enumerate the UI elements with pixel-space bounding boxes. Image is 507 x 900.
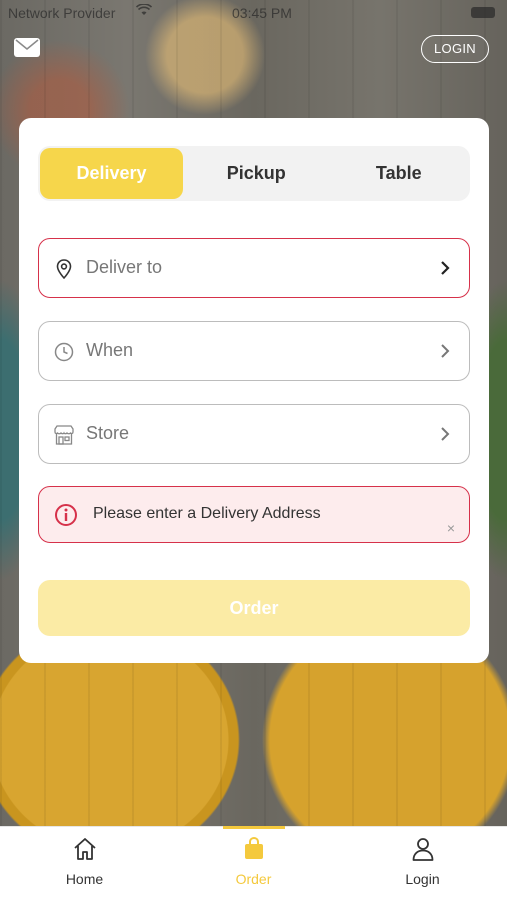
chevron-right-icon bbox=[439, 425, 451, 448]
battery-icon bbox=[471, 7, 495, 18]
error-alert: Please enter a Delivery Address × bbox=[38, 486, 470, 543]
close-icon[interactable]: × bbox=[447, 521, 455, 535]
clock-icon bbox=[53, 341, 75, 363]
chevron-right-icon bbox=[439, 259, 451, 282]
login-button[interactable]: LOGIN bbox=[421, 35, 489, 63]
bag-icon bbox=[241, 836, 267, 865]
carrier-label: Network Provider bbox=[8, 5, 116, 21]
home-icon bbox=[72, 836, 98, 865]
tab-delivery[interactable]: Delivery bbox=[40, 148, 183, 199]
nav-label-login: Login bbox=[405, 871, 440, 887]
wifi-icon bbox=[135, 3, 153, 19]
clock-time: 03:45 PM bbox=[232, 5, 292, 21]
when-field[interactable]: When bbox=[38, 321, 470, 381]
bottom-nav: Home Order Login bbox=[0, 826, 507, 900]
nav-item-login[interactable]: Login bbox=[338, 827, 507, 900]
nav-label-order: Order bbox=[235, 871, 272, 887]
chevron-right-icon bbox=[439, 342, 451, 365]
store-field[interactable]: Store bbox=[38, 404, 470, 464]
order-type-tabs: Delivery Pickup Table bbox=[38, 146, 470, 201]
order-button[interactable]: Order bbox=[38, 580, 470, 636]
nav-item-home[interactable]: Home bbox=[0, 827, 169, 900]
nav-label-home: Home bbox=[65, 871, 104, 887]
status-bar: Network Provider 03:45 PM bbox=[0, 0, 507, 28]
tab-table[interactable]: Table bbox=[330, 148, 469, 199]
info-icon bbox=[54, 503, 78, 532]
order-options-card: Delivery Pickup Table Deliver to When St… bbox=[19, 118, 489, 663]
store-label: Store bbox=[86, 423, 130, 443]
deliver-to-field[interactable]: Deliver to bbox=[38, 238, 470, 298]
mail-icon[interactable] bbox=[14, 38, 40, 57]
location-pin-icon bbox=[53, 258, 75, 280]
deliver-to-label: Deliver to bbox=[86, 257, 163, 277]
tab-pickup[interactable]: Pickup bbox=[187, 148, 326, 199]
when-label: When bbox=[86, 340, 134, 360]
nav-item-order[interactable]: Order bbox=[169, 826, 338, 900]
alert-message: Please enter a Delivery Address bbox=[93, 505, 321, 522]
user-icon bbox=[410, 836, 436, 865]
store-icon bbox=[53, 424, 75, 446]
